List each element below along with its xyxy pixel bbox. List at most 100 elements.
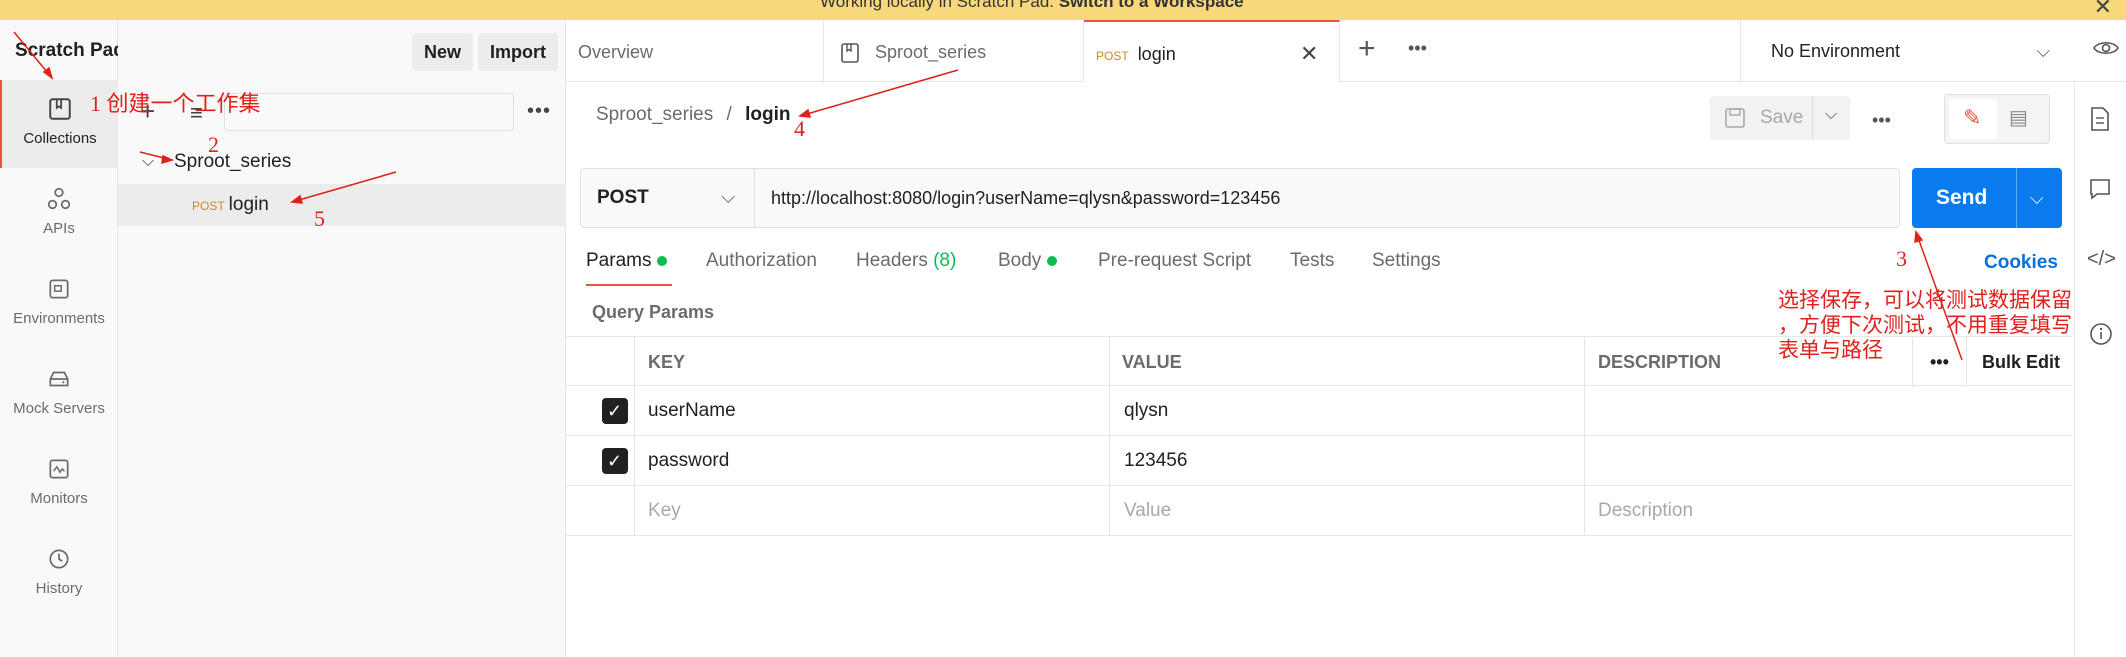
rail-label: Environments (13, 310, 105, 327)
rail-item-apis[interactable]: APIs (0, 170, 118, 258)
method-label: POST (597, 187, 649, 208)
code-icon[interactable]: </> (2087, 248, 2116, 271)
tab-body[interactable]: Body (998, 250, 1058, 272)
column-value: VALUE (1122, 352, 1182, 372)
param-key[interactable]: userName (648, 386, 736, 436)
collections-search-input[interactable] (224, 93, 514, 131)
save-icon (1725, 108, 1745, 128)
tab-method: POST (1096, 49, 1129, 63)
row-checkbox[interactable]: ✓ (602, 398, 628, 424)
active-tab-indicator (586, 284, 672, 286)
annotation-4: 4 (794, 116, 805, 141)
url-input[interactable]: http://localhost:8080/login?userName=qly… (771, 169, 1280, 227)
view-mode-toggle: ✎ ▤ (1944, 94, 2050, 144)
collection-name: Sproot_series (174, 151, 292, 172)
mock-servers-icon (49, 371, 69, 387)
param-value[interactable]: 123456 (1124, 436, 1187, 486)
rail-label: Mock Servers (13, 400, 105, 417)
annotation-note: 选择保存，可以将测试数据保留 ，方便下次测试，不用重复填写 表单与路径 (1778, 288, 2072, 362)
column-key: KEY (648, 352, 686, 372)
request-row[interactable]: POST login (118, 184, 566, 226)
new-button[interactable]: New (412, 33, 474, 71)
save-options-button[interactable]: ⌵ (1812, 96, 1850, 140)
more-options-icon[interactable]: ••• (527, 100, 551, 123)
method-select[interactable]: POST ⌵ (581, 169, 755, 227)
save-label: Save (1760, 107, 1804, 128)
rail-item-mock-servers[interactable]: Mock Servers (0, 350, 118, 438)
annotation-3: 3 (1896, 246, 1907, 271)
request-options-icon[interactable]: ••• (1872, 110, 1891, 131)
rail-label: Collections (23, 130, 97, 147)
status-dot (1047, 255, 1058, 266)
breadcrumb-current: login (745, 104, 791, 125)
rail-item-monitors[interactable]: Monitors (0, 440, 118, 528)
send-label: Send (1936, 186, 1988, 209)
environment-selector[interactable]: No Environment ⌵ (1740, 20, 2080, 82)
close-icon[interactable]: ✕ (2094, 0, 2112, 20)
description-input[interactable]: Description (1598, 486, 1693, 536)
tab-options-icon[interactable]: ••• (1408, 38, 1427, 59)
param-key[interactable]: password (648, 436, 729, 486)
tab-overview[interactable]: Overview (566, 20, 824, 82)
switch-workspace-link[interactable]: Switch to a Workspace (1059, 0, 1244, 11)
banner-prefix: Working locally in Scratch Pad. (820, 0, 1055, 11)
right-rail: </> (2074, 82, 2126, 657)
environment-label: No Environment (1771, 41, 1901, 61)
tab-sproot-series[interactable]: Sproot_series (824, 20, 1084, 82)
history-icon (49, 549, 69, 569)
column-description: DESCRIPTION (1598, 352, 1722, 372)
close-tab-icon[interactable]: ✕ (1300, 22, 1318, 86)
chevron-down-icon: ⌵ (2036, 41, 2050, 61)
documentation-icon[interactable] (2089, 106, 2111, 132)
rail-item-environments[interactable]: Environments (0, 260, 118, 348)
eye-icon[interactable] (2092, 38, 2120, 58)
url-bar: POST ⌵ http://localhost:8080/login?userN… (580, 168, 1900, 228)
pencil-icon: ✎ (1963, 105, 1982, 130)
table-row: ✓ password 123456 (566, 436, 2072, 486)
tab-pre-request-script[interactable]: Pre-request Script (1098, 250, 1251, 272)
comments-icon[interactable] (2089, 178, 2111, 200)
workspace-title: Scratch Pad (15, 40, 125, 61)
annotation-2: 2 (208, 132, 219, 157)
chevron-down-icon: ⌵ (1825, 106, 1838, 123)
tab-authorization[interactable]: Authorization (706, 250, 817, 272)
send-button[interactable]: Send ⌵ (1912, 168, 2062, 228)
collection-icon (841, 43, 859, 64)
chevron-down-icon[interactable]: ⌵ (2030, 168, 2044, 228)
check-icon: ✓ (607, 401, 623, 421)
breadcrumb-parent[interactable]: Sproot_series (596, 104, 713, 125)
comment-icon[interactable]: ▤ (2009, 105, 2028, 130)
headers-count: (8) (933, 250, 957, 271)
rail-label: Monitors (30, 490, 88, 507)
breadcrumb: Sproot_series / login (596, 104, 790, 126)
collection-folder-row[interactable]: ⌵ Sproot_series (118, 141, 566, 183)
annotation-1: 1 创建一个工作集 (90, 91, 261, 116)
tab-label: login (1137, 44, 1176, 64)
tab-params[interactable]: Params (586, 250, 668, 272)
value-input[interactable]: Value (1124, 486, 1171, 536)
tab-tests[interactable]: Tests (1290, 250, 1334, 272)
tab-label: Overview (578, 42, 654, 62)
rail-item-history[interactable]: History (0, 530, 118, 618)
workspace-banner: Working locally in Scratch Pad. Switch t… (0, 0, 2126, 20)
info-icon[interactable] (2089, 322, 2113, 346)
banner-text: Working locally in Scratch Pad. Switch t… (820, 0, 1244, 12)
tab-settings[interactable]: Settings (1372, 250, 1441, 272)
edit-mode-button[interactable]: ✎ (1949, 99, 1997, 139)
tab-headers[interactable]: Headers (8) (856, 250, 956, 272)
rail-label: History (35, 580, 83, 597)
cookies-link[interactable]: Cookies (1984, 252, 2058, 274)
new-tab-icon[interactable]: + (1358, 32, 1376, 66)
row-checkbox[interactable]: ✓ (602, 448, 628, 474)
environments-icon (49, 279, 69, 299)
collections-icon (49, 98, 71, 120)
key-input[interactable]: Key (648, 486, 681, 536)
tab-login[interactable]: POST login ✕ (1084, 20, 1340, 82)
status-dot (657, 255, 668, 266)
chevron-down-icon[interactable]: ⌵ (142, 141, 154, 183)
table-row: ✓ userName qlysn (566, 386, 2072, 436)
param-value[interactable]: qlysn (1124, 386, 1168, 436)
monitors-icon (49, 459, 69, 479)
query-params-title: Query Params (592, 302, 715, 322)
import-button[interactable]: Import (478, 33, 558, 71)
